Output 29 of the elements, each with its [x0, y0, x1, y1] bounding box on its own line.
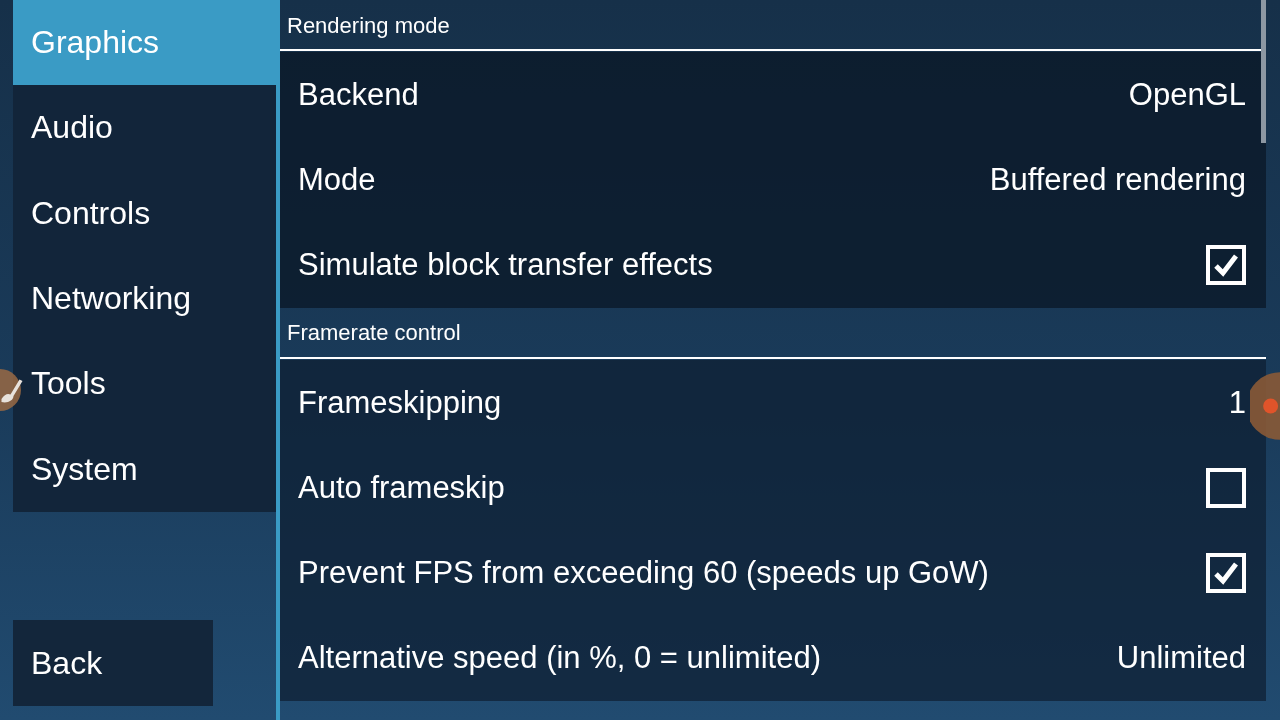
setting-row[interactable]: Frameskipping 1 — [298, 359, 1246, 446]
setting-value: 1 — [1228, 384, 1246, 421]
setting-row[interactable]: Mode Buffered rendering — [298, 137, 1246, 223]
setting-label: Mode — [298, 161, 376, 198]
setting-value: Unlimited — [1116, 640, 1246, 677]
setting-label: Auto frameskip — [298, 469, 505, 506]
sidebar-tab[interactable]: System — [13, 426, 276, 512]
sidebar-tab[interactable]: Networking — [13, 255, 276, 342]
setting-label: Prevent FPS from exceeding 60 (speeds up GoW) — [298, 555, 989, 592]
setting-row[interactable]: Auto frameskip — [298, 445, 1246, 531]
checkbox[interactable] — [1206, 467, 1246, 508]
setting-label: Alternative speed (in %, 0 = unlimited) — [298, 640, 821, 677]
checkbox[interactable] — [1206, 245, 1246, 286]
sidebar-tab[interactable]: Controls — [13, 170, 276, 256]
setting-row[interactable]: Backend OpenGL — [298, 52, 1246, 138]
setting-label: Simulate block transfer effects — [298, 247, 713, 284]
setting-value: OpenGL — [1128, 76, 1246, 113]
setting-label: Frameskipping — [298, 384, 502, 421]
section-header: Framerate control — [280, 307, 1266, 359]
setting-row[interactable]: Simulate block transfer effects — [298, 222, 1246, 308]
sidebar-tab[interactable]: Tools — [13, 341, 276, 427]
back-button[interactable]: Back — [13, 620, 213, 706]
scrollbar-thumb[interactable] — [1261, 0, 1266, 143]
sidebar-tab[interactable]: Audio — [13, 85, 276, 171]
setting-row[interactable]: Alternative speed (in %, 0 = unlimited) Unlimited — [298, 615, 1246, 702]
setting-label: Backend — [298, 76, 419, 113]
checkbox[interactable] — [1206, 553, 1246, 594]
setting-value: Buffered rendering — [989, 161, 1246, 198]
setting-row[interactable]: Prevent FPS from exceeding 60 (speeds up GoW) — [298, 530, 1246, 616]
